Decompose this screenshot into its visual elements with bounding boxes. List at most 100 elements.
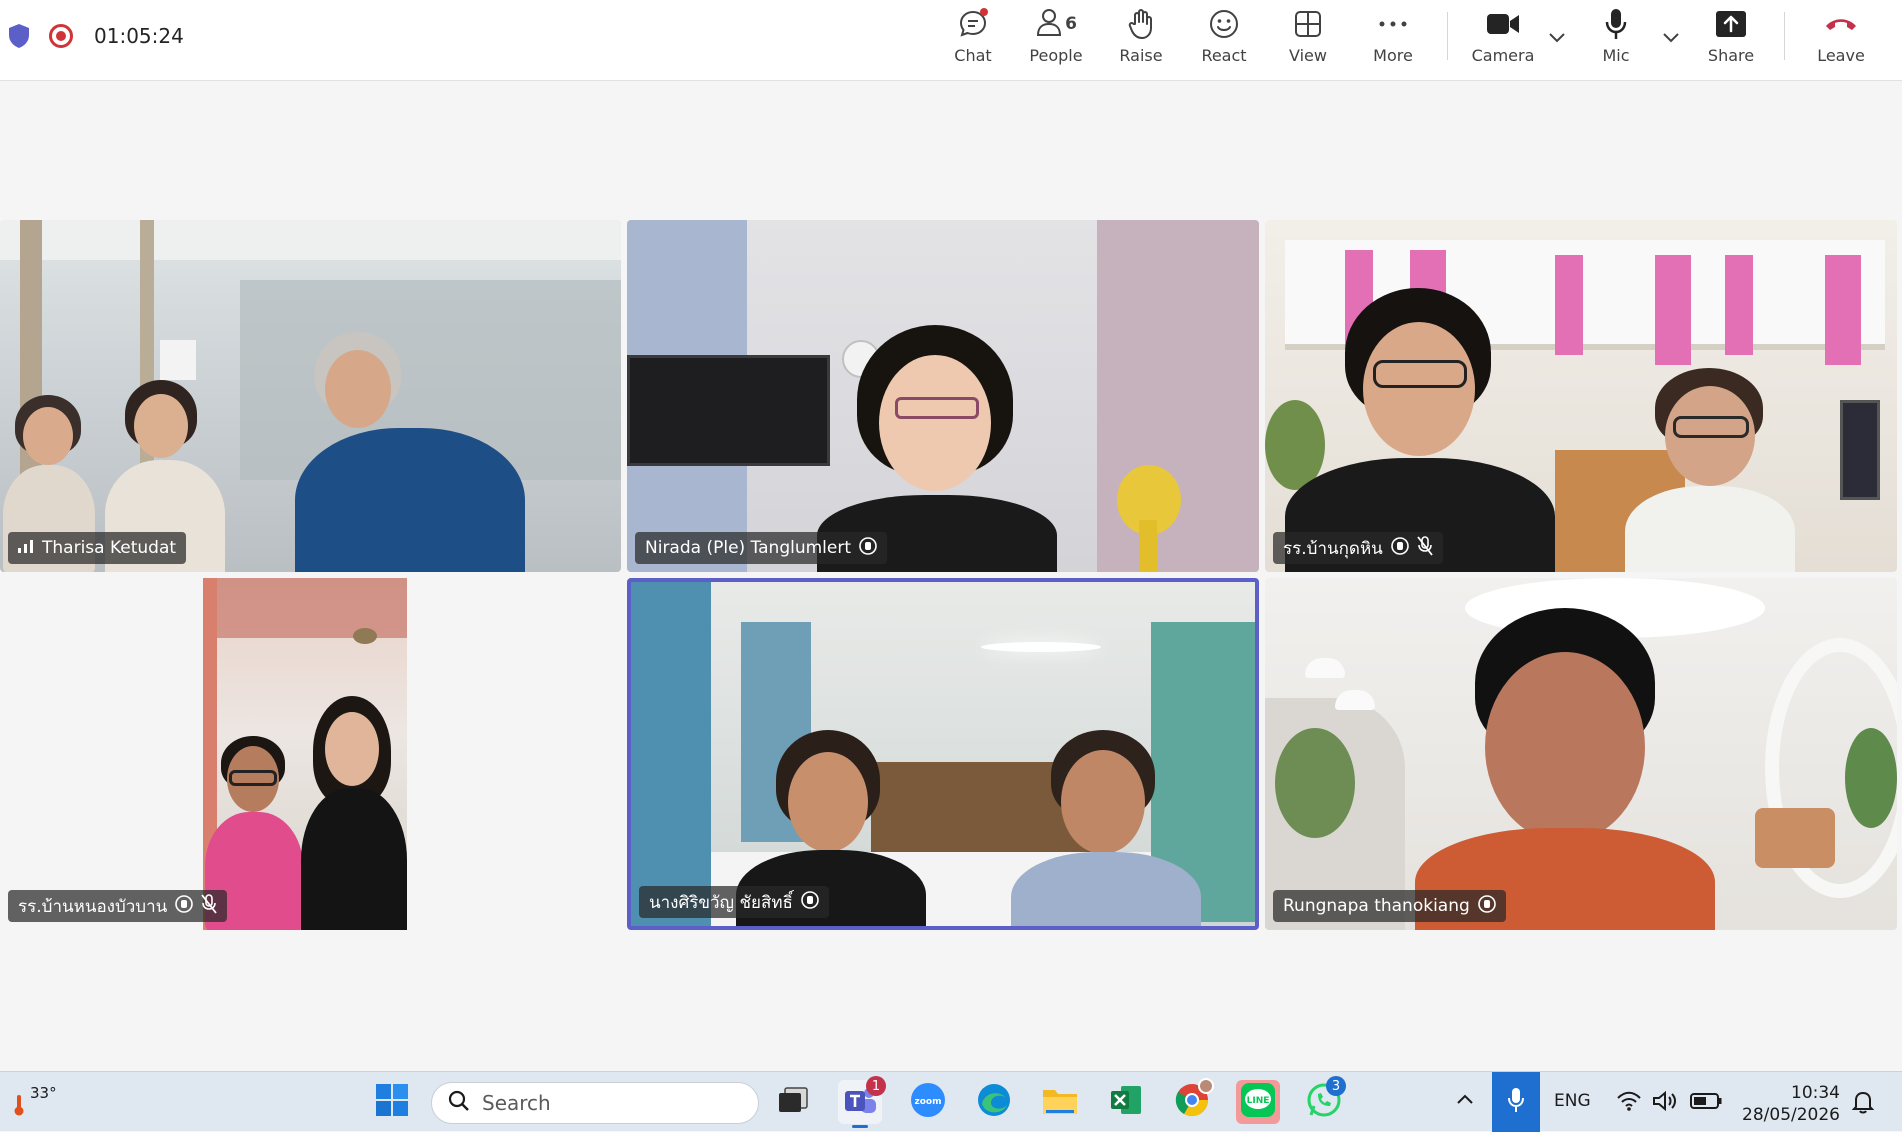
people-label: People [1029,46,1083,65]
video-tile[interactable]: Nirada (Ple) Tanglumlert [627,220,1259,572]
clock-time: 10:34 [1791,1083,1840,1103]
leave-label: Leave [1817,46,1865,65]
camera-label: Camera [1471,46,1535,65]
teams-notification-badge: 1 [866,1076,886,1096]
camera-button[interactable]: Camera [1470,6,1536,72]
shield-icon [8,23,30,53]
react-button[interactable]: React [1198,6,1250,72]
notification-bell-icon[interactable] [1851,1090,1875,1118]
react-label: React [1201,46,1247,65]
input-language[interactable]: ENG [1554,1091,1591,1111]
whatsapp-app[interactable]: 3 [1302,1076,1346,1124]
zoom-app[interactable]: zoom [906,1080,950,1124]
svg-text:zoom: zoom [915,1097,942,1107]
volume-icon[interactable] [1652,1090,1678,1116]
more-label: More [1373,46,1413,65]
video-tile-active-speaker[interactable]: นางศิริขวัญ ชัยสิทธิ์ [627,578,1259,930]
battery-icon[interactable] [1690,1092,1722,1114]
chrome-app[interactable] [1170,1078,1214,1124]
file-explorer-app[interactable] [1038,1080,1082,1124]
raise-label: Raise [1119,46,1163,65]
video-tile[interactable]: รร.บ้านหนองบัวบาน [0,578,621,930]
participant-name-tag: นางศิริขวัญ ชัยสิทธิ์ [639,886,829,918]
person-icon [1035,7,1063,41]
excel-app[interactable] [1104,1080,1148,1124]
hang-up-icon [1816,6,1866,42]
people-count: 6 [1065,14,1077,34]
whatsapp-notification-badge: 3 [1326,1076,1346,1096]
hand-icon [859,536,877,561]
teams-app[interactable]: 1 [838,1076,886,1128]
mic-options-chevron-icon[interactable] [1662,28,1680,47]
grid-view-icon [1284,6,1332,42]
microphone-icon [1506,1087,1526,1117]
chat-label: Chat [954,46,992,65]
hand-icon [1115,6,1167,42]
hand-icon [1477,894,1496,919]
taskbar-search-box[interactable]: Search [431,1082,759,1124]
microphone-muted-icon [1417,535,1433,561]
start-button[interactable] [370,1080,414,1124]
mic-label: Mic [1602,46,1630,65]
participant-name: Tharisa Ketudat [42,538,177,558]
toolbar-divider [1447,12,1448,60]
microphone-muted-icon [201,893,217,919]
leave-button[interactable]: Leave [1816,6,1866,72]
participant-name: Nirada (Ple) Tanglumlert [645,538,852,558]
clock[interactable]: 10:34 28/05/2026 [1742,1082,1840,1126]
view-button[interactable]: View [1284,6,1332,72]
video-tile[interactable]: รร.บ้านกุดหิน [1265,220,1897,572]
task-view-button[interactable] [771,1080,815,1124]
line-app[interactable]: LINE [1236,1080,1280,1124]
meeting-toolbar: 01:05:24 Chat 6 People Raise React View … [0,0,1902,81]
participant-name-tag: Tharisa Ketudat [8,532,187,564]
chat-button[interactable]: Chat [946,6,1000,72]
share-button[interactable]: Share [1706,6,1756,72]
video-camera-icon [1470,6,1536,42]
video-tile[interactable]: Tharisa Ketudat [0,220,621,572]
folder-icon [1042,1085,1078,1119]
portrait-video [203,578,407,930]
participant-name-tag: รร.บ้านหนองบัวบาน [8,890,228,922]
participant-name: รร.บ้านหนองบัวบาน [18,896,168,917]
hand-icon [801,890,819,915]
participant-name-tag: Nirada (Ple) Tanglumlert [635,532,888,564]
video-tile[interactable]: Rungnapa thanokiang [1265,578,1897,930]
microphone-in-use-indicator[interactable] [1492,1072,1540,1132]
svg-text:LINE: LINE [1247,1096,1270,1106]
hand-icon [175,894,194,919]
more-button[interactable]: More [1368,6,1418,72]
raise-hand-button[interactable]: Raise [1115,6,1167,72]
search-icon [448,1090,470,1116]
windows-logo-icon [375,1083,409,1121]
camera-options-chevron-icon[interactable] [1548,28,1566,47]
microphone-icon [1598,6,1634,42]
edge-browser-app[interactable] [972,1080,1016,1124]
search-placeholder: Search [482,1091,551,1115]
ellipsis-icon [1368,6,1418,42]
mic-button[interactable]: Mic [1598,6,1634,72]
thermometer-icon [12,1094,26,1120]
show-hidden-icons-chevron-icon[interactable] [1456,1090,1474,1109]
clock-date: 28/05/2026 [1742,1105,1840,1125]
wifi-icon[interactable] [1616,1090,1642,1116]
participant-name-tag: รร.บ้านกุดหิน [1273,532,1443,564]
participant-name: รร.บ้านกุดหิน [1283,538,1383,559]
smiley-icon [1198,6,1250,42]
share-screen-icon [1706,6,1756,42]
participant-name: นางศิริขวัญ ชัยสิทธิ์ [649,892,793,913]
edge-icon [976,1082,1012,1122]
toolbar-divider [1784,12,1785,60]
share-label: Share [1707,46,1755,65]
zoom-icon: zoom [910,1082,946,1122]
excel-icon [1109,1084,1143,1120]
participant-name: Rungnapa thanokiang [1283,896,1470,916]
weather-temperature: 33° [30,1084,57,1102]
signal-bars-icon [18,538,34,558]
line-icon: LINE [1240,1082,1276,1122]
windows-taskbar: 33° Search 1 zoom LINE 3 ENG 10:34 28/05… [0,1071,1902,1132]
chat-icon [946,6,1000,42]
recording-icon [49,24,73,48]
people-button[interactable]: 6 People [1024,6,1088,72]
task-view-icon [777,1086,809,1118]
